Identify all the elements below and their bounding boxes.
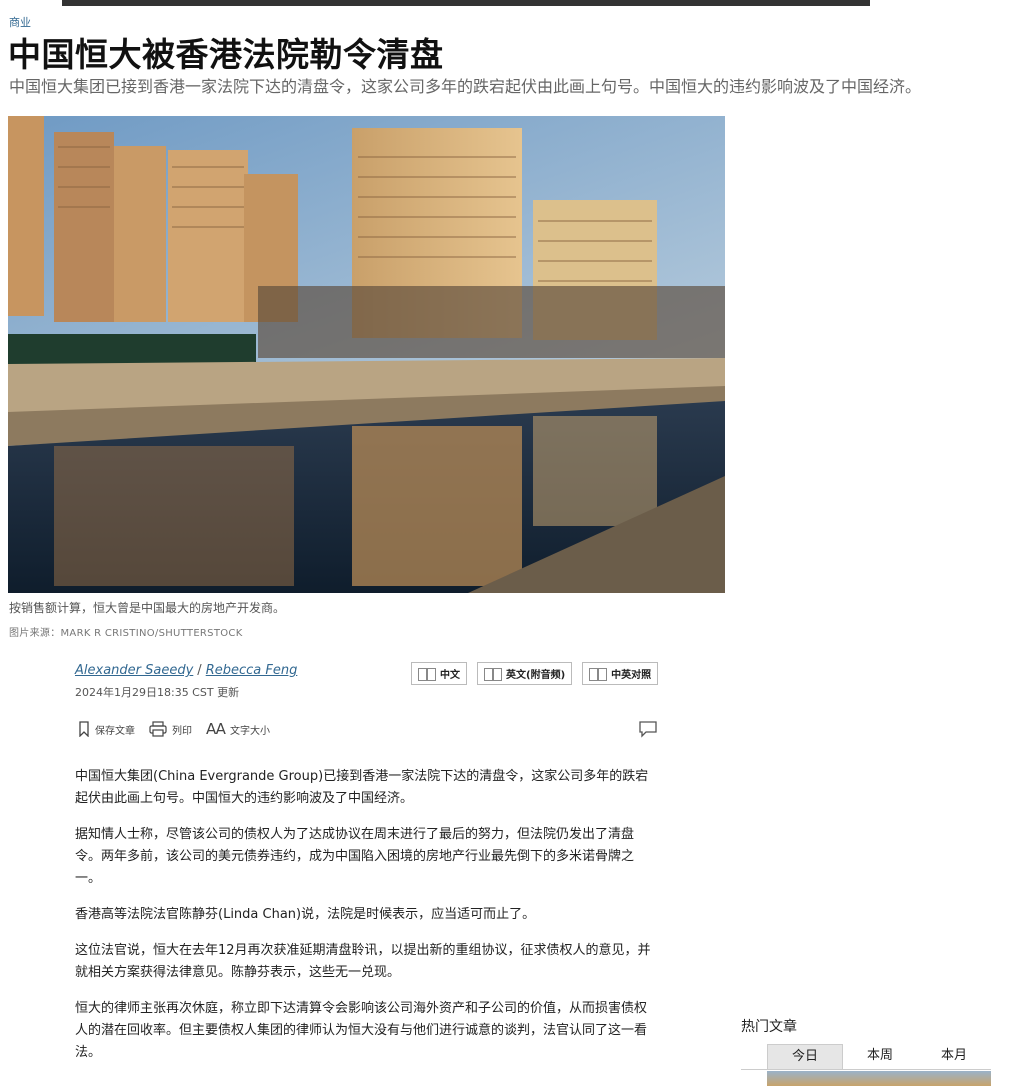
font-size-button[interactable]: AA 文字大小	[206, 720, 270, 738]
print-button[interactable]: 列印	[149, 721, 192, 737]
popular-articles-title: 热门文章	[741, 1019, 797, 1035]
language-switcher: 中文 英文(附音频) 中英对照	[411, 662, 659, 685]
tab-today[interactable]: 今日	[767, 1044, 843, 1069]
byline: Alexander Saeedy / Rebecca Feng	[75, 663, 297, 678]
article-body: 中国恒大集团(China Evergrande Group)已接到香港一家法院下…	[75, 766, 659, 1078]
print-label: 列印	[172, 725, 192, 737]
english-language-button[interactable]: 英文(附音频)	[477, 662, 573, 685]
article-paragraph: 恒大的律师主张再次休庭，称立即下达清算令会影响该公司海外资产和子公司的价值，从而…	[75, 1001, 648, 1060]
hero-photo	[8, 116, 725, 593]
book-icon	[418, 668, 436, 681]
author-link[interactable]: Rebecca Feng	[206, 663, 298, 678]
comment-icon[interactable]	[638, 720, 658, 738]
bookmark-icon	[79, 721, 89, 737]
bilingual-language-button[interactable]: 中英对照	[582, 662, 659, 685]
book-icon	[589, 668, 608, 681]
popular-article-thumbnail[interactable]	[767, 1071, 991, 1086]
popular-articles-tabs: 今日 本周 本月	[741, 1044, 991, 1070]
article-paragraph: 这位法官说，恒大在去年12月再次获准延期清盘聆讯，以提出新的重组协议，征求债权人…	[75, 943, 651, 980]
chinese-language-button[interactable]: 中文	[411, 662, 467, 685]
byline-separator: /	[197, 663, 202, 678]
author-link[interactable]: Alexander Saeedy	[75, 663, 193, 678]
font-size-label: 文字大小	[229, 725, 270, 737]
headline: 中国恒大被香港法院勒令清盘	[8, 35, 444, 74]
article-paragraph: 据知情人士称，尽管该公司的债权人为了达成协议在周末进行了最后的努力，但法院仍发出…	[75, 827, 635, 886]
chinese-language-label: 中文	[440, 670, 460, 681]
save-article-button[interactable]: 保存文章	[78, 721, 135, 737]
tab-this-week[interactable]: 本周	[843, 1044, 917, 1069]
photo-caption: 按销售额计算，恒大曾是中国最大的房地产开发商。	[9, 601, 286, 615]
font-size-icon: AA	[206, 720, 226, 738]
book-icon	[484, 668, 502, 681]
printer-icon	[149, 721, 167, 737]
english-language-label: 英文(附音频)	[506, 670, 566, 681]
bilingual-language-label: 中英对照	[611, 670, 652, 681]
publish-date: 2024年1月29日18:35 CST 更新	[75, 686, 240, 699]
article-summary: 中国恒大集团已接到香港一家法院下达的清盘令，这家公司多年的跌宕起伏由此画上句号。…	[9, 77, 922, 96]
article-tools: 保存文章 列印 AA 文字大小	[78, 720, 270, 738]
tabs-spacer	[741, 1044, 767, 1069]
tab-this-month[interactable]: 本月	[917, 1044, 991, 1069]
article-paragraph: 香港高等法院法官陈静芬(Linda Chan)说，法院是时候表示，应当适可而止了…	[75, 907, 536, 922]
save-article-label: 保存文章	[95, 725, 135, 737]
top-navigation-bar	[62, 0, 870, 6]
article-paragraph: 中国恒大集团(China Evergrande Group)已接到香港一家法院下…	[75, 769, 649, 806]
photo-credit: 图片来源：MARK R CRISTINO/SHUTTERSTOCK	[9, 628, 243, 639]
